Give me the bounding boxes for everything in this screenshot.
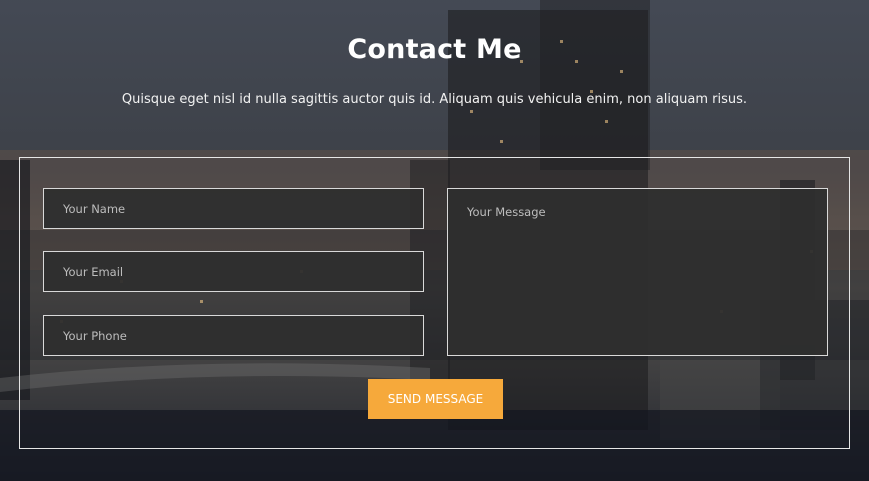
page-title: Contact Me: [347, 34, 522, 65]
send-message-button[interactable]: SEND MESSAGE: [368, 379, 503, 419]
phone-input[interactable]: [43, 315, 424, 356]
name-input[interactable]: [43, 188, 424, 229]
page-subtitle: Quisque eget nisl id nulla sagittis auct…: [121, 92, 748, 107]
message-textarea[interactable]: [447, 188, 828, 356]
email-input[interactable]: [43, 251, 424, 292]
